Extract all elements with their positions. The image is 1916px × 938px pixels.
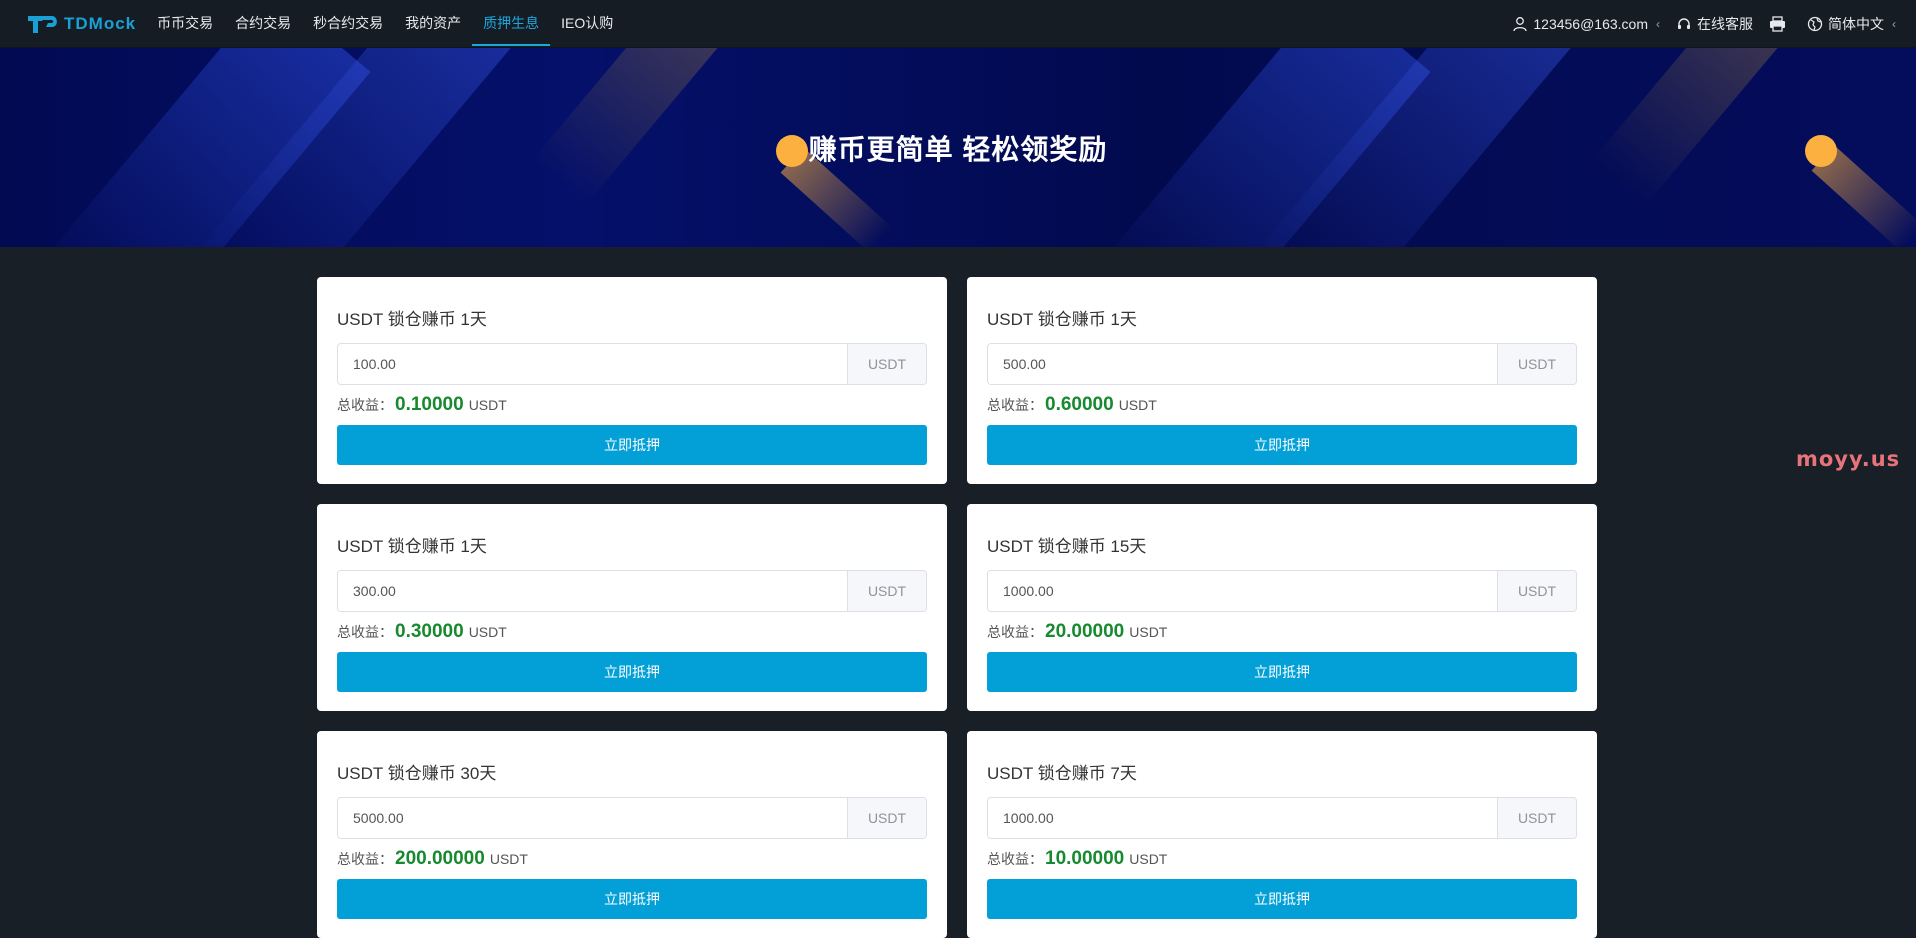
user-icon <box>1513 16 1528 31</box>
profit-label: 总收益： <box>337 851 393 867</box>
card-title: USDT 锁仓赚币 30天 <box>337 764 497 783</box>
logo[interactable]: TDMock <box>26 13 136 35</box>
amount-unit: USDT <box>847 344 926 384</box>
amount-unit: USDT <box>847 571 926 611</box>
profit-unit: USDT <box>489 851 528 867</box>
main-nav: 币币交易 合约交易 秒合约交易 我的资产 质押生息 IEO认购 <box>146 0 624 47</box>
nav-item-spot[interactable]: 币币交易 <box>146 0 224 47</box>
nav-item-staking[interactable]: 质押生息 <box>472 0 551 47</box>
headset-icon <box>1678 17 1690 29</box>
watermark: moyy.us <box>1796 447 1901 471</box>
profit-unit: USDT <box>468 397 507 413</box>
amount-field: USDT <box>987 570 1577 612</box>
printer-icon <box>1770 15 1785 32</box>
staking-card: USDT 锁仓赚币 1天 USDT 总收益： 0.60000 USDT 立即抵押 <box>967 277 1597 484</box>
pledge-now-button[interactable]: 立即抵押 <box>987 425 1577 465</box>
profit-label: 总收益： <box>337 624 393 640</box>
staking-card: USDT 锁仓赚币 15天 USDT 总收益： 20.00000 USDT 立即… <box>967 504 1597 711</box>
user-email: 123456@163.com <box>1533 15 1648 32</box>
amount-unit: USDT <box>1497 571 1576 611</box>
amount-unit: USDT <box>847 798 926 838</box>
profit-value: 200.00000 <box>395 848 485 869</box>
profit-label: 总收益： <box>987 397 1043 413</box>
nav-item-contract[interactable]: 合约交易 <box>224 0 302 47</box>
hero-banner: 赚币更简单 轻松领奖励 <box>0 48 1916 247</box>
header-tools: 123456@163.com ‹ 在线客服 简体中文 ‹ <box>1496 0 1896 47</box>
banner-decoration <box>531 48 779 206</box>
amount-input[interactable] <box>338 798 847 838</box>
profit-label: 总收益： <box>337 397 393 413</box>
pledge-now-button[interactable]: 立即抵押 <box>987 879 1577 919</box>
language-label: 简体中文 <box>1828 15 1884 32</box>
banner-decoration <box>1591 48 1839 206</box>
staking-card: USDT 锁仓赚币 7天 USDT 总收益： 10.00000 USDT 立即抵… <box>967 731 1597 938</box>
chevron-left-icon: ‹ <box>1656 16 1660 31</box>
amount-input[interactable] <box>338 344 847 384</box>
profit-unit: USDT <box>1118 397 1157 413</box>
amount-field: USDT <box>337 570 927 612</box>
profit-label: 总收益： <box>987 851 1043 867</box>
pledge-now-button[interactable]: 立即抵押 <box>337 425 927 465</box>
profit-value: 0.30000 <box>395 621 464 642</box>
download-app-button[interactable] <box>1769 15 1791 32</box>
card-title: USDT 锁仓赚币 15天 <box>987 537 1147 556</box>
total-profit: 总收益： 20.00000 USDT <box>987 621 1577 643</box>
logo-icon <box>26 13 60 35</box>
pledge-now-button[interactable]: 立即抵押 <box>987 652 1577 692</box>
amount-input[interactable] <box>338 571 847 611</box>
profit-unit: USDT <box>468 624 507 640</box>
card-title: USDT 锁仓赚币 1天 <box>337 537 487 556</box>
staking-card: USDT 锁仓赚币 1天 USDT 总收益： 0.10000 USDT 立即抵押 <box>317 277 947 484</box>
staking-card-grid: USDT 锁仓赚币 1天 USDT 总收益： 0.10000 USDT 立即抵押… <box>317 277 1597 938</box>
logo-text: TDMock <box>64 13 137 33</box>
card-title: USDT 锁仓赚币 7天 <box>987 764 1137 783</box>
profit-unit: USDT <box>1129 624 1168 640</box>
pledge-now-button[interactable]: 立即抵押 <box>337 652 927 692</box>
profit-value: 0.60000 <box>1045 394 1114 415</box>
nav-item-second-contract[interactable]: 秒合约交易 <box>302 0 394 47</box>
amount-input[interactable] <box>988 798 1497 838</box>
profit-unit: USDT <box>1129 851 1168 867</box>
amount-input[interactable] <box>988 344 1497 384</box>
chevron-left-icon: ‹ <box>1892 16 1896 31</box>
support-link[interactable]: 在线客服 <box>1676 14 1753 34</box>
card-title: USDT 锁仓赚币 1天 <box>337 310 487 329</box>
total-profit: 总收益： 200.00000 USDT <box>337 848 927 870</box>
staking-card: USDT 锁仓赚币 30天 USDT 总收益： 200.00000 USDT 立… <box>317 731 947 938</box>
pledge-now-button[interactable]: 立即抵押 <box>337 879 927 919</box>
profit-value: 10.00000 <box>1045 848 1125 869</box>
amount-field: USDT <box>337 797 927 839</box>
amount-input[interactable] <box>988 571 1497 611</box>
amount-field: USDT <box>987 797 1577 839</box>
amount-field: USDT <box>337 343 927 385</box>
amount-unit: USDT <box>1497 344 1576 384</box>
language-selector[interactable]: 简体中文 ‹ <box>1807 14 1896 34</box>
card-title: USDT 锁仓赚币 1天 <box>987 310 1137 329</box>
user-menu[interactable]: 123456@163.com ‹ <box>1512 16 1660 32</box>
total-profit: 总收益： 0.60000 USDT <box>987 394 1577 416</box>
nav-item-ieo[interactable]: IEO认购 <box>550 0 624 47</box>
total-profit: 总收益： 0.10000 USDT <box>337 394 927 416</box>
amount-unit: USDT <box>1497 798 1576 838</box>
top-navbar: TDMock 币币交易 合约交易 秒合约交易 我的资产 质押生息 IEO认购 1… <box>0 0 1916 48</box>
total-profit: 总收益： 10.00000 USDT <box>987 848 1577 870</box>
profit-value: 20.00000 <box>1045 621 1125 642</box>
globe-icon <box>1807 16 1823 31</box>
profit-value: 0.10000 <box>395 394 464 415</box>
total-profit: 总收益： 0.30000 USDT <box>337 621 927 643</box>
amount-field: USDT <box>987 343 1577 385</box>
staking-card: USDT 锁仓赚币 1天 USDT 总收益： 0.30000 USDT 立即抵押 <box>317 504 947 711</box>
support-label: 在线客服 <box>1697 15 1753 32</box>
nav-item-assets[interactable]: 我的资产 <box>394 0 472 47</box>
banner-title: 赚币更简单 轻松领奖励 <box>808 134 1108 165</box>
profit-label: 总收益： <box>987 624 1043 640</box>
